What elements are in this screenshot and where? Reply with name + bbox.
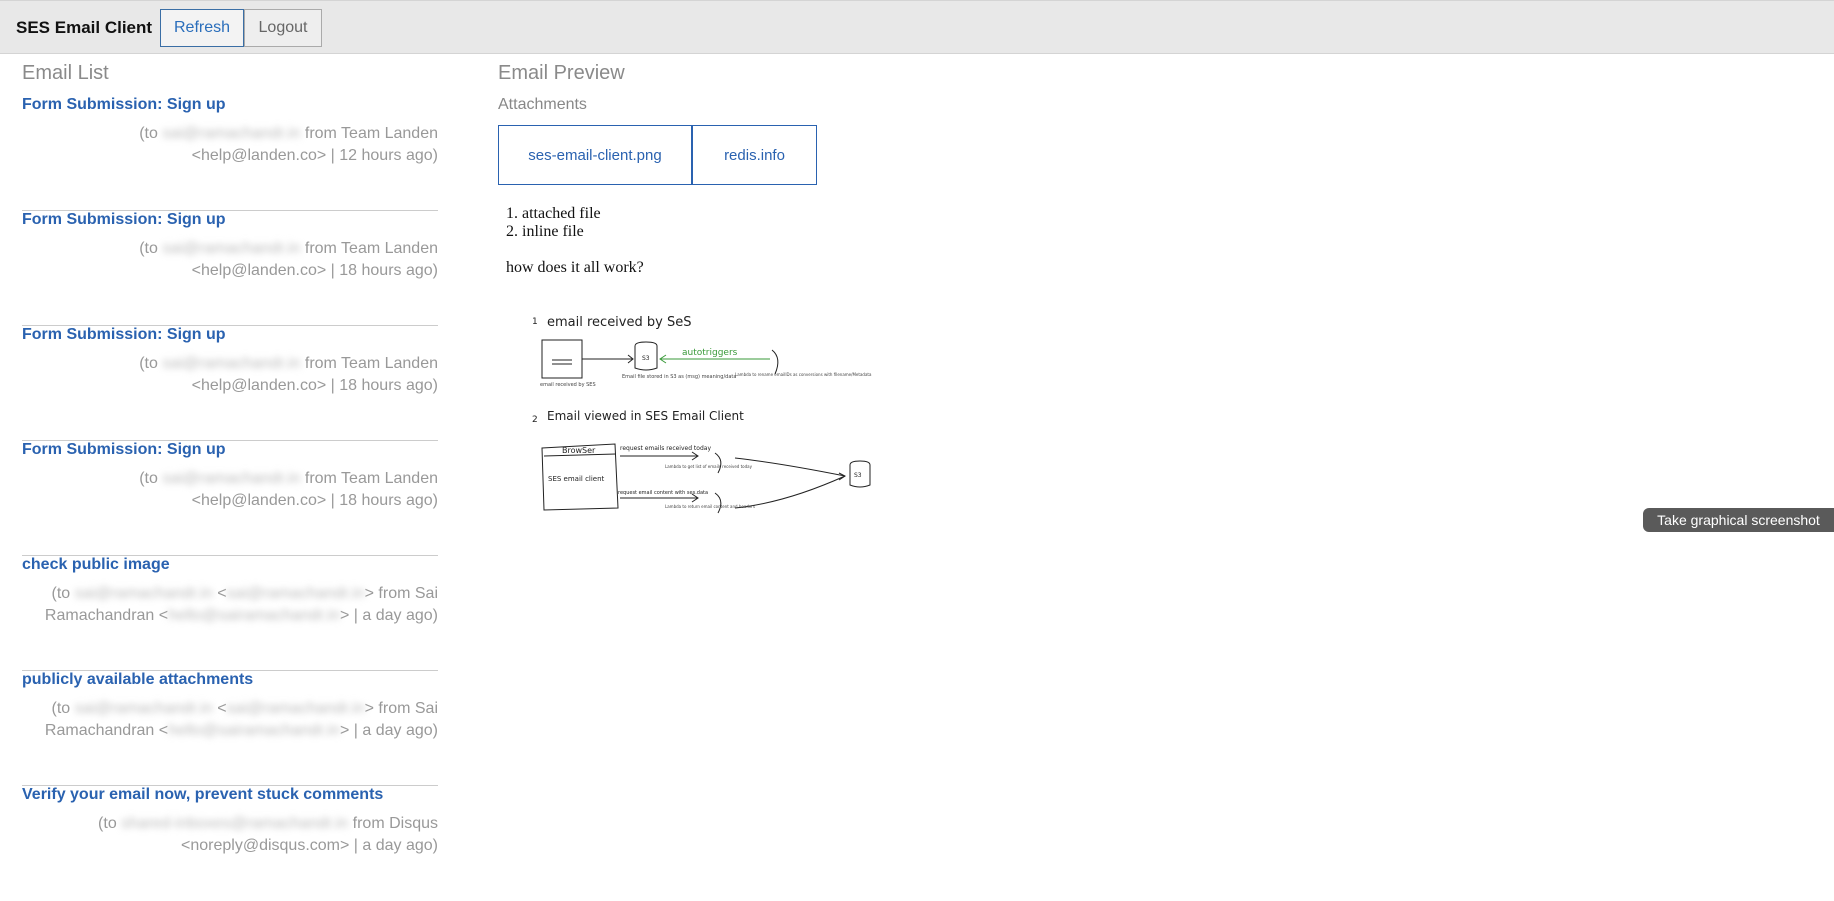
sender-address: hello@sairamachandr.in bbox=[168, 722, 340, 739]
client-label: SES email client bbox=[548, 475, 605, 483]
request-emails-label: request emails received today bbox=[620, 445, 711, 452]
email-subject-link[interactable]: publicly available attachments bbox=[22, 671, 253, 689]
email-meta: (to sai@ramachandr.in from Team Landen <… bbox=[139, 238, 438, 282]
meta-from: from Team Landen bbox=[300, 355, 438, 372]
meta-from: from Team Landen bbox=[300, 240, 438, 257]
meta-to-prefix: (to bbox=[51, 585, 75, 602]
email-list: Form Submission: Sign up (to sai@ramacha… bbox=[22, 96, 438, 901]
email-list-title: Email List bbox=[22, 62, 109, 84]
attachment-link[interactable]: redis.info bbox=[692, 125, 817, 185]
browser-label: BrowSer bbox=[562, 446, 596, 455]
meta-to-prefix: (to bbox=[51, 700, 75, 717]
meta-time: > | a day ago) bbox=[340, 607, 438, 624]
meta-to-prefix: (to bbox=[98, 815, 122, 832]
meta-to-prefix: (to bbox=[139, 240, 163, 257]
email-subject-link[interactable]: Verify your email now, prevent stuck com… bbox=[22, 786, 383, 804]
sender-address: hello@sairamachandr.in bbox=[168, 607, 340, 624]
email-list-item[interactable]: check public image (to sai@ramachandr.in… bbox=[22, 556, 438, 671]
email-meta: (to sai@ramachandr.in from Team Landen <… bbox=[139, 353, 438, 397]
email-subject-link[interactable]: Form Submission: Sign up bbox=[22, 326, 226, 344]
attachments-label: Attachments bbox=[498, 96, 587, 113]
recipient-address: shared-inboxes@ramachandr.in bbox=[121, 815, 349, 832]
recipient-address: sai@ramachandr.in bbox=[162, 240, 301, 257]
meta-sender-time: <help@landen.co> | 18 hours ago) bbox=[191, 377, 438, 394]
step1-number: 1 bbox=[532, 317, 538, 327]
email-meta: (to shared-inboxes@ramachandr.in from Di… bbox=[98, 813, 438, 857]
step1-title: email received by SeS bbox=[547, 315, 691, 330]
attachment-link[interactable]: ses-email-client.png bbox=[498, 125, 692, 185]
email-list-item[interactable]: Form Submission: Sign up (to sai@ramacha… bbox=[22, 441, 438, 556]
meta-sender-time: <noreply@disqus.com> | a day ago) bbox=[181, 837, 438, 854]
step2-title: Email viewed in SES Email Client bbox=[547, 409, 744, 423]
meta-from: from Team Landen bbox=[300, 125, 438, 142]
meta-to-prefix: (to bbox=[139, 125, 163, 142]
step1-caption-c: Lambda to rename emailIDs as conversions… bbox=[735, 372, 872, 377]
email-list-item[interactable]: Form Submission: Sign up (to sai@ramacha… bbox=[22, 326, 438, 441]
email-subject-link[interactable]: Form Submission: Sign up bbox=[22, 96, 226, 114]
email-subject-link[interactable]: check public image bbox=[22, 556, 170, 574]
email-list-item[interactable]: Form Submission: Sign up (to sai@ramacha… bbox=[22, 96, 438, 211]
meta-mid: < bbox=[212, 700, 227, 717]
meta-sender-time: <help@landen.co> | 12 hours ago) bbox=[191, 147, 438, 164]
body-list-item: inline file bbox=[522, 223, 644, 241]
email-subject-link[interactable]: Form Submission: Sign up bbox=[22, 441, 226, 459]
lambda-content-label: Lambda to return email content and heade… bbox=[665, 504, 755, 509]
app-title: SES Email Client bbox=[16, 18, 153, 37]
recipient-address: sai@ramachandr.in bbox=[162, 355, 301, 372]
meta-sender-time: <help@landen.co> | 18 hours ago) bbox=[191, 262, 438, 279]
meta-from: from Disqus bbox=[348, 815, 438, 832]
body-paragraph: how does it all work? bbox=[506, 259, 644, 276]
email-meta: (to sai@ramachandr.in from Team Landen <… bbox=[139, 123, 438, 167]
email-body: attached file inline file how does it al… bbox=[506, 205, 644, 277]
email-meta: (to sai@ramachandr.in <sai@ramachandr.in… bbox=[45, 583, 438, 627]
logout-button[interactable]: Logout bbox=[244, 9, 322, 47]
email-list-item[interactable]: publicly available attachments (to sai@r… bbox=[22, 671, 438, 786]
meta-from: > from Sai bbox=[364, 700, 438, 717]
email-subject-link[interactable]: Form Submission: Sign up bbox=[22, 211, 226, 229]
meta-to-prefix: (to bbox=[139, 355, 163, 372]
screenshot-tooltip-button[interactable]: Take graphical screenshot bbox=[1643, 508, 1834, 532]
s3-label: S3 bbox=[642, 355, 650, 362]
request-content-label: request email content with ses.data bbox=[618, 490, 708, 496]
refresh-button[interactable]: Refresh bbox=[160, 9, 244, 47]
recipient-address: sai@ramachandr.in bbox=[162, 125, 301, 142]
recipient-address-2: sai@ramachandr.in bbox=[226, 700, 365, 717]
body-list-item: attached file bbox=[522, 205, 644, 223]
recipient-address: sai@ramachandr.in bbox=[162, 470, 301, 487]
step2-number: 2 bbox=[532, 415, 538, 425]
top-navbar: SES Email Client Refresh Logout bbox=[0, 0, 1834, 54]
meta-time: > | a day ago) bbox=[340, 722, 438, 739]
email-meta: (to sai@ramachandr.in from Team Landen <… bbox=[139, 468, 438, 512]
meta-to-prefix: (to bbox=[139, 470, 163, 487]
recipient-address: sai@ramachandr.in bbox=[74, 700, 213, 717]
email-preview-title: Email Preview bbox=[498, 62, 625, 84]
architecture-diagram-image: 1 email received by SeS autotriggers ema… bbox=[532, 315, 872, 514]
meta-mid: < bbox=[212, 585, 227, 602]
email-list-item[interactable]: Verify your email now, prevent stuck com… bbox=[22, 786, 438, 901]
email-meta: (to sai@ramachandr.in <sai@ramachandr.in… bbox=[45, 698, 438, 742]
s3-label: S3 bbox=[854, 472, 862, 479]
lambda-list-label: Lambda to get list of emails received to… bbox=[665, 464, 753, 469]
step1-caption-b: Email file stored in S3 as (msg) meaning… bbox=[622, 374, 736, 380]
recipient-address-2: sai@ramachandr.in bbox=[226, 585, 365, 602]
meta-from: > from Sai bbox=[364, 585, 438, 602]
body-list: attached file inline file bbox=[506, 205, 644, 241]
email-doc-shape bbox=[541, 339, 583, 379]
recipient-address: sai@ramachandr.in bbox=[74, 585, 213, 602]
email-list-item[interactable]: Form Submission: Sign up (to sai@ramacha… bbox=[22, 211, 438, 326]
meta-from: from Team Landen bbox=[300, 470, 438, 487]
autotriggers-label: autotriggers bbox=[682, 348, 738, 358]
step1-caption-a: email received by SES bbox=[540, 382, 596, 388]
meta-sender-prefix: Ramachandran < bbox=[44, 722, 169, 739]
meta-sender-time: <help@landen.co> | 18 hours ago) bbox=[191, 492, 438, 509]
meta-sender-prefix: Ramachandran < bbox=[44, 607, 169, 624]
